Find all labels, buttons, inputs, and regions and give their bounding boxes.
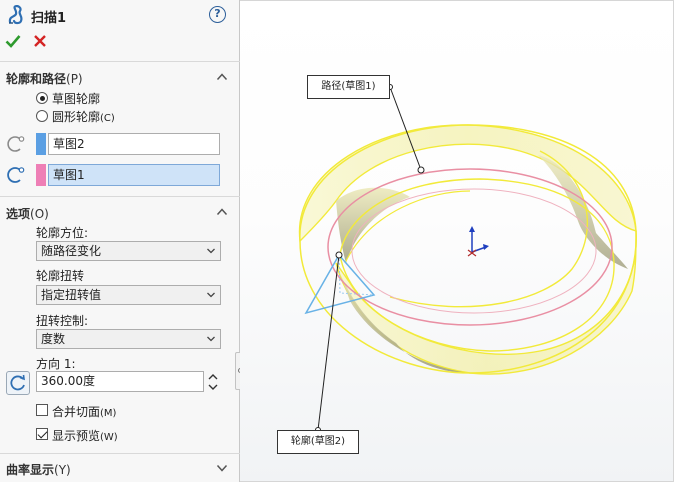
- section-header-options[interactable]: 选项(O): [0, 201, 240, 223]
- triad-icon: [467, 226, 489, 257]
- path-color-swatch: [36, 164, 46, 186]
- chevron-down-icon: [207, 336, 215, 342]
- section-header-curvature[interactable]: 曲率显示(Y): [0, 457, 240, 479]
- checkbox-hotkey: (W): [100, 432, 118, 443]
- checkmark-icon[interactable]: [5, 33, 21, 49]
- section-hotkey: (P): [66, 72, 83, 86]
- profile-twist-dropdown[interactable]: 指定扭转值: [36, 285, 221, 305]
- radio-hotkey: (C): [100, 113, 115, 124]
- checkbox-checked[interactable]: [36, 428, 48, 440]
- radio-label: 圆形轮廓: [52, 110, 101, 124]
- twist-control-label: 扭转控制:: [36, 314, 89, 328]
- section-divider: [0, 453, 240, 454]
- graphics-viewport[interactable]: 路径(草图1) 轮廓(草图2): [240, 0, 674, 482]
- leader-line-profile: [317, 254, 340, 431]
- twist-control-dropdown[interactable]: 度数: [36, 329, 221, 349]
- section-title: 轮廓和路径: [6, 72, 67, 86]
- chevron-down-icon: [207, 248, 215, 254]
- feature-title: 扫描1: [31, 11, 67, 26]
- profile-twist-label: 轮廓扭转: [36, 269, 85, 283]
- chevron-up-icon[interactable]: [216, 206, 228, 218]
- radio-button-selected[interactable]: [36, 92, 48, 104]
- section-hotkey: (Y): [54, 463, 71, 477]
- checkbox-label: 合并切面: [52, 405, 101, 419]
- checkbox-unchecked[interactable]: [36, 404, 48, 416]
- rotate-arrow-icon: [10, 374, 25, 391]
- sweep-icon: [8, 5, 23, 25]
- sweep-surface-shadow: [336, 187, 410, 263]
- section-hotkey: (O): [30, 207, 49, 221]
- property-manager-panel: 扫描1 ? 轮廓和路径(P) 草图轮廓 圆形轮廓(C) 草图2 草图1 选项(O…: [0, 0, 240, 482]
- profile-orientation-dropdown[interactable]: 随路径变化: [36, 241, 221, 261]
- section-divider: [0, 61, 240, 62]
- dropdown-value: 随路径变化: [41, 244, 102, 258]
- chevron-down-icon[interactable]: [216, 462, 228, 474]
- profile-selector-icon: [7, 136, 25, 152]
- section-title: 选项: [6, 207, 31, 221]
- profile-orientation-label: 轮廓方位:: [36, 226, 89, 240]
- leader-anchor-profile: [335, 251, 343, 259]
- dropdown-value: 度数: [41, 332, 66, 346]
- reverse-direction-icon[interactable]: [6, 371, 30, 395]
- path-selection-box[interactable]: 草图1: [48, 164, 220, 186]
- path-selector-icon: [7, 167, 25, 183]
- sweep-preview-scene: [298, 84, 637, 433]
- checkbox-label: 显示预览: [52, 429, 101, 443]
- help-icon[interactable]: ?: [209, 6, 226, 23]
- feature-header: 扫描1 ?: [0, 0, 240, 30]
- radio-label: 草图轮廓: [52, 92, 101, 106]
- section-title: 曲率显示: [6, 463, 55, 477]
- cross-icon[interactable]: [32, 33, 48, 49]
- spinner-icon[interactable]: [207, 372, 219, 392]
- direction-label: 方向 1:: [36, 357, 76, 371]
- leader-anchor-path: [417, 166, 425, 174]
- direction-angle-input[interactable]: 360.00度: [36, 371, 204, 392]
- section-divider: [0, 196, 240, 197]
- profile-selection-box[interactable]: 草图2: [48, 133, 220, 155]
- dropdown-value: 指定扭转值: [41, 288, 102, 302]
- callout-path[interactable]: 路径(草图1): [307, 75, 390, 99]
- radio-button[interactable]: [36, 110, 48, 122]
- callout-profile[interactable]: 轮廓(草图2): [277, 430, 359, 454]
- profile-color-swatch: [36, 133, 46, 155]
- chevron-up-icon[interactable]: [216, 71, 228, 83]
- section-header-profile-path[interactable]: 轮廓和路径(P): [0, 66, 240, 88]
- checkbox-hotkey: (M): [100, 408, 117, 419]
- chevron-down-icon: [207, 292, 215, 298]
